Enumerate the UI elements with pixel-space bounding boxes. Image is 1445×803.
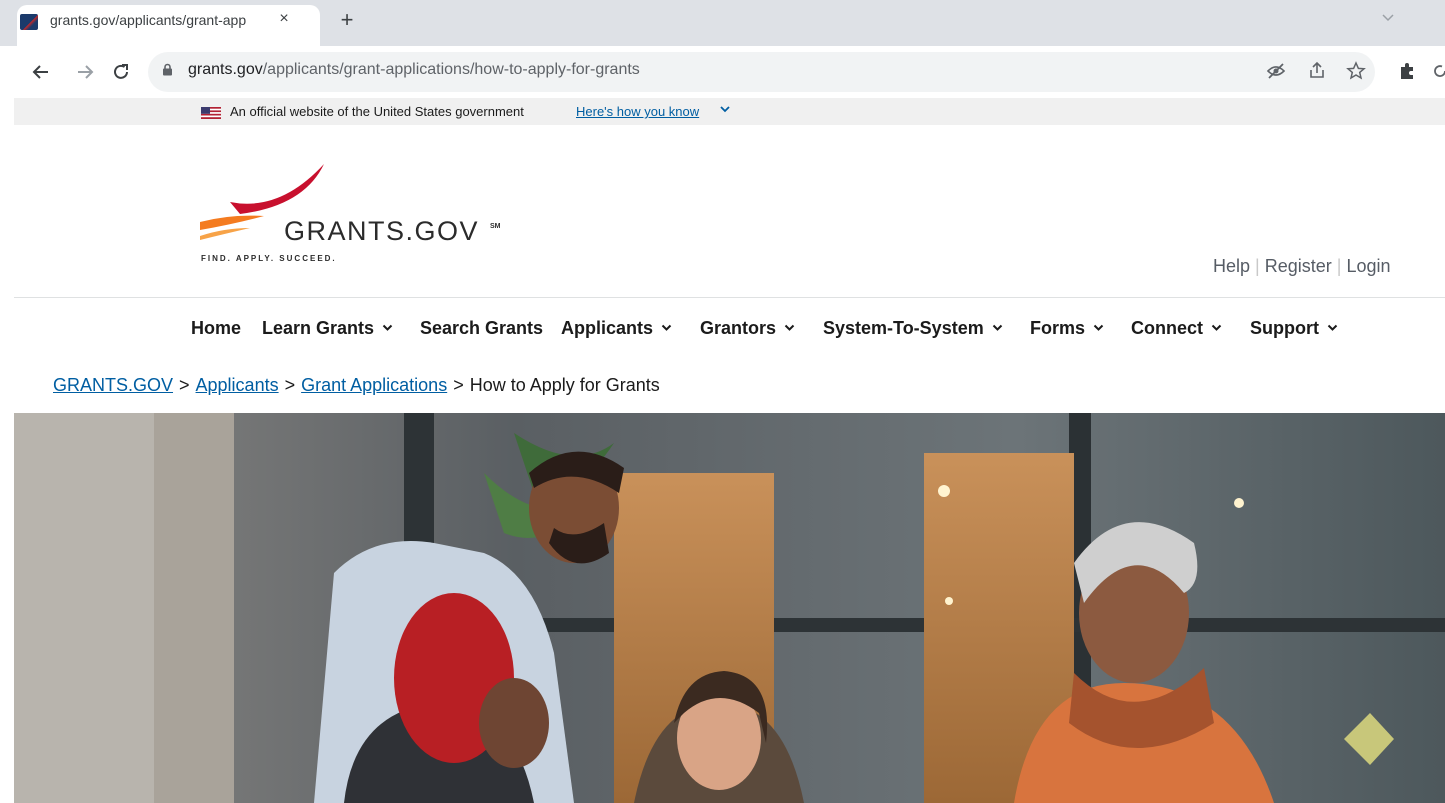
utility-links: Help | Register | Login [1213, 256, 1390, 277]
chevron-down-icon [992, 321, 1003, 335]
hero-photo [14, 413, 1445, 803]
extensions-icon[interactable] [1396, 61, 1418, 83]
breadcrumb-applicants[interactable]: Applicants [196, 375, 279, 395]
nav-support[interactable]: Support [1250, 318, 1338, 339]
nav-connect[interactable]: Connect [1131, 318, 1222, 339]
breadcrumb-current: How to Apply for Grants [469, 375, 660, 395]
star-icon[interactable] [1345, 61, 1367, 83]
tab-search-icon[interactable] [1381, 10, 1395, 26]
url-host: grants.gov [188, 61, 263, 78]
refresh-icon[interactable] [1430, 61, 1445, 83]
chevron-down-icon [784, 321, 795, 335]
chevron-down-icon [1093, 321, 1104, 335]
chevron-down-icon[interactable] [720, 104, 730, 116]
forward-arrow-icon [78, 65, 94, 79]
logo-wordmark: GRANTS.GOV [284, 216, 479, 246]
gov-banner-text: An official website of the United States… [230, 104, 524, 119]
help-link[interactable]: Help [1213, 256, 1250, 276]
tab-close-button[interactable]: × [274, 9, 294, 29]
nav-search-grants[interactable]: Search Grants [420, 318, 543, 339]
nav-home[interactable]: Home [191, 318, 241, 339]
chevron-down-icon [661, 321, 672, 335]
breadcrumb-separator: > [453, 375, 464, 395]
logo-sm: SM [490, 223, 501, 230]
breadcrumb-grants-gov[interactable]: GRANTS.GOV [53, 375, 173, 395]
chevron-down-icon [1327, 321, 1338, 335]
reload-icon [114, 64, 128, 79]
back-button[interactable] [29, 58, 53, 86]
us-flag-icon [201, 106, 221, 119]
forward-button[interactable] [73, 58, 97, 86]
chevron-down-icon [1211, 321, 1222, 335]
hero-image [14, 413, 1445, 803]
new-tab-button[interactable]: + [335, 8, 359, 32]
nav-grantors[interactable]: Grantors [700, 318, 795, 339]
reload-button[interactable] [109, 58, 133, 86]
logo-tagline: FIND. APPLY. SUCCEED. [201, 254, 337, 263]
nav-learn-grants[interactable]: Learn Grants [262, 318, 393, 339]
nav-forms[interactable]: Forms [1030, 318, 1104, 339]
breadcrumb-separator: > [179, 375, 190, 395]
login-link[interactable]: Login [1346, 256, 1390, 276]
divider: | [1255, 256, 1260, 276]
url-path: /applicants/grant-applications/how-to-ap… [262, 61, 640, 78]
register-link[interactable]: Register [1265, 256, 1332, 276]
chevron-down-icon [382, 321, 393, 335]
nav-system-to-system[interactable]: System-To-System [823, 318, 1003, 339]
lock-icon[interactable] [162, 63, 173, 76]
nav-applicants[interactable]: Applicants [561, 318, 672, 339]
tab-title: grants.gov/applicants/grant-app [50, 12, 247, 28]
grants-gov-logo[interactable]: GRANTS.GOV SM FIND. APPLY. SUCCEED. [200, 162, 520, 272]
breadcrumb: GRANTS.GOV > Applicants > Grant Applications… [53, 375, 660, 396]
divider: | [1336, 256, 1342, 276]
back-arrow-icon [32, 65, 48, 79]
eye-slash-icon[interactable] [1265, 61, 1287, 83]
grants-favicon-icon [20, 14, 38, 30]
header-divider [14, 297, 1445, 298]
breadcrumb-grant-applications[interactable]: Grant Applications [301, 375, 447, 395]
heres-how-you-know-link[interactable]: Here's how you know [576, 104, 699, 119]
share-icon[interactable] [1306, 61, 1328, 83]
url-text[interactable]: grants.gov/applicants/grant-applications… [188, 61, 640, 79]
breadcrumb-separator: > [284, 375, 296, 395]
